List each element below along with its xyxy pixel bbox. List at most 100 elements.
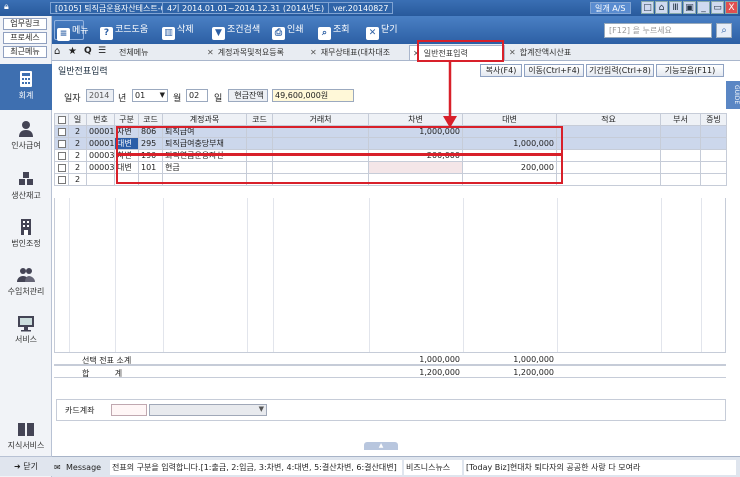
cell-memo[interactable] xyxy=(556,125,661,138)
select-all-checkbox[interactable] xyxy=(54,113,69,126)
home-window-icon[interactable]: ⌂ xyxy=(655,1,668,14)
cell-no: 00003 xyxy=(86,161,115,174)
sidebar-item-service[interactable]: 서비스 xyxy=(0,308,52,354)
process-button[interactable]: 프로세스 xyxy=(3,32,47,44)
tile-icon[interactable]: Ⅲ xyxy=(669,1,682,14)
cell-no: 00001 xyxy=(86,137,115,150)
close-tab-icon[interactable]: ✕ xyxy=(509,48,516,57)
col-dept: 부서 xyxy=(660,113,701,126)
card-account-select[interactable]: ▼ xyxy=(149,404,267,416)
sidebar-item-accounting[interactable]: 회계 xyxy=(0,64,52,110)
cell-evidence[interactable] xyxy=(700,137,727,150)
sidebar-item-label: 인사급여 xyxy=(11,141,41,150)
cell-dept[interactable] xyxy=(660,137,701,150)
cell-day: 2 xyxy=(68,125,87,138)
cell-day: 2 xyxy=(68,149,87,162)
functions-button[interactable]: 기능모음(F11) xyxy=(656,64,724,77)
print-button[interactable]: ⎙ 인쇄 xyxy=(270,20,304,40)
star-icon[interactable]: ★ xyxy=(68,46,77,57)
maximize-icon[interactable]: ▭ xyxy=(711,1,724,14)
exit-icon: ➜ xyxy=(14,462,21,471)
list-icon[interactable]: ☰ xyxy=(98,46,106,56)
sidebar-item-payroll[interactable]: 인사급여 xyxy=(0,114,52,160)
tab-bar: ⌂ ★ Q ☰ 전체메뉴 ✕ 계정과목및적요등록 ✕ 재무상태표(대차대조 ✕ 일반전… xyxy=(52,44,740,61)
sidebar-item-clients[interactable]: 수임처관리 xyxy=(0,260,52,306)
tab-all-menu[interactable]: 전체메뉴 xyxy=(116,45,151,60)
cell-evidence[interactable] xyxy=(700,149,727,162)
message-icon: ✉ xyxy=(54,463,61,472)
calculator-icon xyxy=(20,71,32,87)
search-input[interactable]: [F12] 을 누르세요 xyxy=(604,23,712,38)
col-account: 계정과목 xyxy=(162,113,247,126)
quick-search-icon[interactable]: Q xyxy=(84,46,92,56)
cell-evidence[interactable] xyxy=(700,161,727,174)
close-button[interactable]: ✕ 닫기 xyxy=(364,20,398,40)
card-account-row: 카드계좌 ▼ xyxy=(56,399,726,421)
close-tab-icon[interactable]: ✕ xyxy=(310,48,317,57)
card-code-field[interactable] xyxy=(111,404,147,416)
period-label: 4기 2014.01.01~2014.12.31 (2014년도) xyxy=(162,2,330,14)
cell-memo[interactable] xyxy=(556,161,661,174)
recent-menu-button[interactable]: 최근메뉴 xyxy=(3,46,47,58)
day-suffix: 일 xyxy=(214,94,223,104)
close-window-icon[interactable]: X xyxy=(725,1,738,14)
year-suffix: 년 xyxy=(118,94,127,104)
close-tab-icon[interactable]: ✕ xyxy=(207,48,214,57)
expand-panel-icon[interactable]: ▲ xyxy=(364,442,398,450)
row-checkbox[interactable] xyxy=(54,125,69,138)
view-button[interactable]: ⌕ 조회 xyxy=(316,20,350,40)
condition-search-button[interactable]: ▼ 조건검색 xyxy=(210,20,260,40)
row-checkbox[interactable] xyxy=(54,137,69,150)
guide-tab[interactable]: GUIDE xyxy=(726,81,740,109)
col-evidence: 증빙 xyxy=(700,113,727,126)
code-help-button[interactable]: ? 코드도움 xyxy=(98,20,148,40)
work-link-button[interactable]: 업무링크 xyxy=(3,18,47,30)
sidebar-item-corporate[interactable]: 법인조정 xyxy=(0,212,52,258)
cell-evidence[interactable] xyxy=(700,125,727,138)
period-input-button[interactable]: 기간입력(Ctrl+8) xyxy=(586,64,654,77)
news-ticker[interactable]: [Today Biz]현대차 퇴다자의 공공한 사랑 다 모여라 xyxy=(464,460,736,475)
window-icon-1[interactable]: □ xyxy=(641,1,654,14)
copy-button[interactable]: 복사(F4) xyxy=(480,64,522,77)
cell-evidence[interactable] xyxy=(700,173,727,186)
delete-button[interactable]: ▥ 삭제 xyxy=(160,20,194,40)
chevron-down-icon[interactable]: ▼ xyxy=(259,405,264,413)
cell-no[interactable] xyxy=(86,173,115,186)
cell-dept[interactable] xyxy=(660,161,701,174)
boxes-icon xyxy=(19,172,33,185)
biz-news-label[interactable]: 비즈니스뉴스 xyxy=(404,460,462,475)
row-checkbox[interactable] xyxy=(54,173,69,186)
col-code: 코드 xyxy=(138,113,163,126)
search-icon[interactable]: ⌕ xyxy=(716,23,732,38)
cell-memo[interactable] xyxy=(556,149,661,162)
move-button[interactable]: 이동(Ctrl+F4) xyxy=(524,64,584,77)
month-select[interactable]: 01 ▼ xyxy=(132,89,168,102)
cell-dept[interactable] xyxy=(660,125,701,138)
tab-account-register[interactable]: ✕ 계정과목및적요등록 xyxy=(204,45,287,60)
close-icon: ✕ xyxy=(366,27,379,40)
sidebar-item-production[interactable]: 생산재고 xyxy=(0,164,52,210)
lock-icon[interactable]: 🔒︎ xyxy=(4,2,9,12)
knowledge-service-button[interactable]: 지식서비스 xyxy=(0,418,52,450)
cascade-icon[interactable]: ▣ xyxy=(683,1,696,14)
cell-memo[interactable] xyxy=(556,173,661,186)
trash-icon: ▥ xyxy=(162,27,175,40)
arrow-annotation-icon xyxy=(443,60,457,128)
user-button[interactable]: 일개 A/S xyxy=(590,2,631,14)
cell-dept[interactable] xyxy=(660,149,701,162)
row-checkbox[interactable] xyxy=(54,161,69,174)
card-account-label: 카드계좌 xyxy=(65,406,95,415)
minimize-icon[interactable]: _ xyxy=(697,1,710,14)
cell-dept[interactable] xyxy=(660,173,701,186)
tab-balance-sheet[interactable]: ✕ 재무상태표(대차대조 xyxy=(307,45,393,60)
home-icon[interactable]: ⌂ xyxy=(54,46,60,57)
day-field[interactable]: 02 xyxy=(186,89,208,102)
cell-memo[interactable] xyxy=(556,137,661,150)
menu-button[interactable]: ≡ 메뉴 xyxy=(54,20,89,41)
tab-trial-balance[interactable]: ✕ 합계잔액시산표 xyxy=(506,45,574,60)
row-checkbox[interactable] xyxy=(54,149,69,162)
selected-subtotal-debit: 1,000,000 xyxy=(419,355,460,364)
message-tab[interactable]: Message xyxy=(66,460,101,475)
chevron-down-icon[interactable]: ▼ xyxy=(160,90,167,101)
close-sidebar-button[interactable]: ➜ 닫기 xyxy=(0,456,52,476)
